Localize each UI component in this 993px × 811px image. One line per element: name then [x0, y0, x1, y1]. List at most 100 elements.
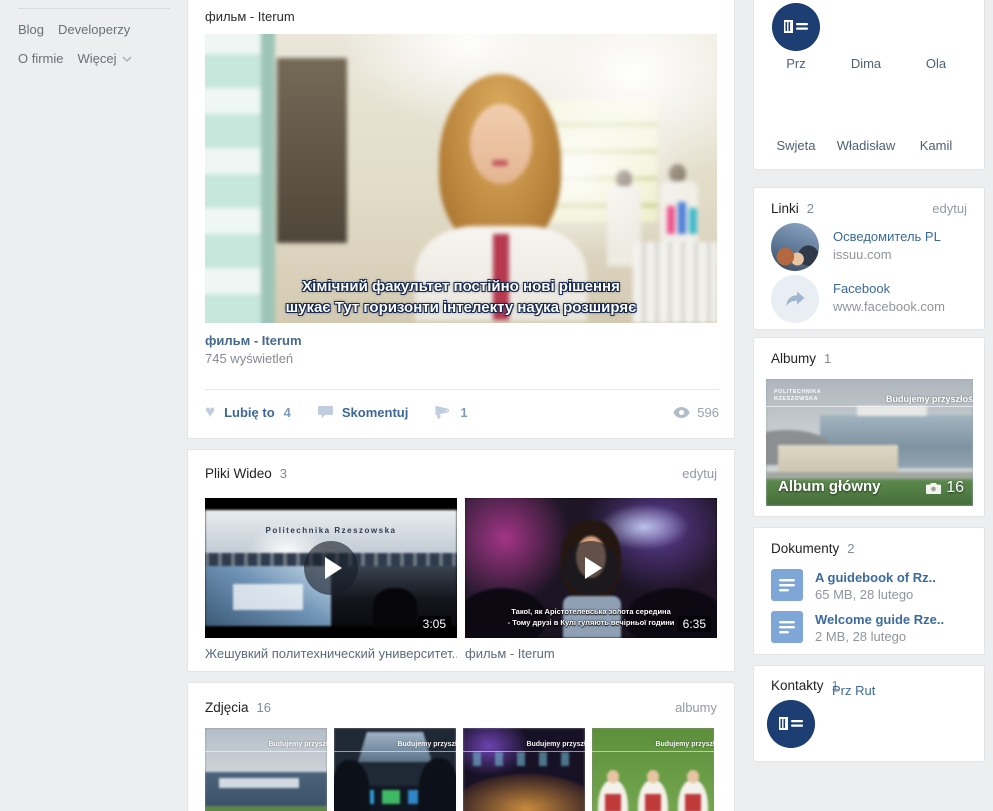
contact-name[interactable]: Prz Rut	[832, 683, 875, 698]
document-icon	[771, 569, 803, 601]
videos-section-count: 3	[280, 466, 287, 481]
album-name: Album główny	[778, 478, 881, 495]
link-1-domain: issuu.com	[833, 247, 892, 262]
links-card: Linki 2 edytuj Осведомитель PL issuu.com…	[753, 187, 985, 330]
share-arrow-icon	[785, 290, 806, 308]
photo-thumb-4[interactable]: Budujemy przyszłość	[592, 728, 714, 811]
post-divider	[205, 389, 719, 390]
left-nav-divider	[18, 8, 170, 9]
doc-2-title: Welcome guide Rze..	[815, 612, 944, 627]
play-icon	[564, 541, 618, 595]
megaphone-icon	[435, 405, 451, 419]
photo-watermark: Budujemy przyszłość	[526, 741, 585, 748]
post-views-counter: 596	[673, 405, 719, 420]
photos-card: Zdjęcia 16 albumy Budujemy przyszłość Bu…	[187, 682, 735, 811]
video-subtitle-line1: Хімічний факультет постійно нові рішення	[205, 276, 717, 297]
doc-1-title: A guidebook of Rz..	[815, 570, 936, 585]
friend-name-wladislaw[interactable]: Władisław	[831, 138, 901, 153]
like-label: Lubię to	[224, 405, 275, 420]
post-video-title-link[interactable]: фильм - Iterum	[205, 333, 302, 348]
doc-item-2[interactable]: Welcome guide Rze.. 2 MB, 28 lutego	[771, 611, 972, 647]
links-edit-link[interactable]: edytuj	[932, 201, 967, 216]
post-view-count: 596	[697, 405, 719, 420]
album-photo-count: 16	[926, 479, 964, 497]
link-1-avatar[interactable]	[771, 223, 819, 271]
comment-label: Skomentuj	[342, 405, 408, 420]
video-subtitles: Хімічний факультет постійно нові рішення…	[205, 276, 717, 318]
friend-name-prz[interactable]: Prz	[761, 56, 831, 71]
friend-avatar-prz[interactable]	[772, 3, 820, 51]
nav-link-more-label: Więcej	[78, 50, 117, 67]
share-count: 1	[460, 405, 467, 420]
videos-section-title: Pliki Wideo	[205, 466, 272, 481]
video-thumb-2[interactable]: Такої, як Арістотелевська золота середин…	[465, 498, 717, 638]
comment-button[interactable]: Skomentuj	[318, 405, 408, 420]
friend-name-dima[interactable]: Dima	[831, 56, 901, 71]
doc-2-meta: 2 MB, 28 lutego	[815, 629, 906, 644]
nav-link-more[interactable]: Więcej	[78, 50, 132, 67]
video-thumb-1[interactable]: Politechnika Rzeszowska 3:05	[205, 498, 457, 638]
friend-name-swjeta[interactable]: Swjeta	[761, 138, 831, 153]
videos-card: Pliki Wideo 3 edytuj Politechnika Rzeszo…	[187, 449, 735, 672]
contacts-card: Kontakty 1 Prz Rut	[753, 665, 985, 762]
video-thumb-1-sign-text: Politechnika Rzeszowska	[205, 526, 457, 535]
video-thumb-1-duration: 3:05	[418, 616, 451, 632]
prz-logo-icon	[767, 700, 815, 748]
photo-watermark: Budujemy przyszłość	[268, 741, 327, 748]
eye-icon	[673, 407, 690, 418]
photos-section-count: 16	[257, 700, 271, 715]
link-2-avatar[interactable]	[771, 275, 819, 323]
like-button[interactable]: ♥ Lubię to 4	[205, 404, 291, 420]
nav-link-developers[interactable]: Developerzy	[58, 21, 130, 38]
photo-thumb-3[interactable]: Budujemy przyszłość	[463, 728, 585, 811]
post-action-bar: ♥ Lubię to 4 Skomentuj 1	[205, 401, 719, 423]
photo-thumb-2[interactable]: Budujemy przyszłość	[334, 728, 456, 811]
photos-albums-link[interactable]: albumy	[675, 700, 717, 715]
contact-avatar[interactable]	[767, 700, 815, 748]
albums-section-count: 1	[824, 351, 831, 366]
link-2-domain: www.facebook.com	[833, 299, 945, 314]
docs-section-count: 2	[847, 541, 854, 556]
link-2-title[interactable]: Facebook	[833, 281, 890, 296]
documents-card: Dokumenty 2 A guidebook of Rz.. 65 MB, 2…	[753, 527, 985, 655]
left-nav: Blog Developerzy O firmie Więcej	[18, 8, 170, 67]
post-video-player[interactable]: Хімічний факультет постійно нові рішення…	[205, 34, 717, 323]
friends-card: Prz Dima Ola Swjeta Władisław Kamil	[753, 0, 985, 170]
link-1-title[interactable]: Осведомитель PL	[833, 229, 941, 244]
comment-icon	[318, 406, 333, 419]
nav-link-blog[interactable]: Blog	[18, 21, 44, 38]
friend-name-kamil[interactable]: Kamil	[901, 138, 971, 153]
post-video-views: 745 wyświetleń	[205, 351, 293, 366]
videos-edit-link[interactable]: edytuj	[682, 466, 717, 481]
watermark-line	[334, 751, 456, 752]
contacts-section-title: Kontakty	[771, 678, 824, 693]
play-icon	[304, 541, 358, 595]
docs-section-title: Dokumenty	[771, 541, 839, 556]
doc-1-meta: 65 MB, 28 lutego	[815, 587, 913, 602]
albums-section-title: Albumy	[771, 351, 816, 366]
album-logo-text: POLITECHNIKA RZESZOWSKA	[774, 389, 821, 403]
camera-icon	[926, 483, 941, 494]
video-thumb-1-caption[interactable]: Жешувкий политехнический университет...	[205, 646, 457, 661]
friend-name-ola[interactable]: Ola	[901, 56, 971, 71]
photo-watermark: Budujemy przyszłość	[655, 741, 714, 748]
chevron-down-icon	[122, 56, 132, 62]
video-thumb-2-caption[interactable]: фильм - Iterum	[465, 646, 717, 661]
nav-link-about[interactable]: O firmie	[18, 50, 64, 67]
doc-item-1[interactable]: A guidebook of Rz.. 65 MB, 28 lutego	[771, 569, 972, 605]
page: Blog Developerzy O firmie Więcej фильм -…	[0, 0, 993, 811]
album-thumb[interactable]: Budujemy przyszłość POLITECHNIKA RZESZOW…	[766, 379, 973, 506]
heart-icon: ♥	[205, 404, 215, 420]
video-thumb-2-duration: 6:35	[678, 616, 711, 632]
photo-watermark: Budujemy przyszłość	[397, 741, 456, 748]
photos-section-title: Zdjęcia	[205, 700, 249, 715]
watermark-line	[205, 751, 327, 752]
links-section-title: Linki	[771, 201, 799, 216]
photo-thumb-1[interactable]: Budujemy przyszłość	[205, 728, 327, 811]
video-subtitle-line2: шукає Тут горизонти інтелекту наука розш…	[205, 297, 717, 318]
like-count: 4	[284, 405, 291, 420]
albums-card: Albumy 1 Budujemy przyszłość POLITECHNIK…	[753, 337, 985, 517]
watermark-line	[463, 751, 585, 752]
prz-logo-icon	[772, 3, 820, 51]
share-button[interactable]: 1	[435, 405, 467, 420]
